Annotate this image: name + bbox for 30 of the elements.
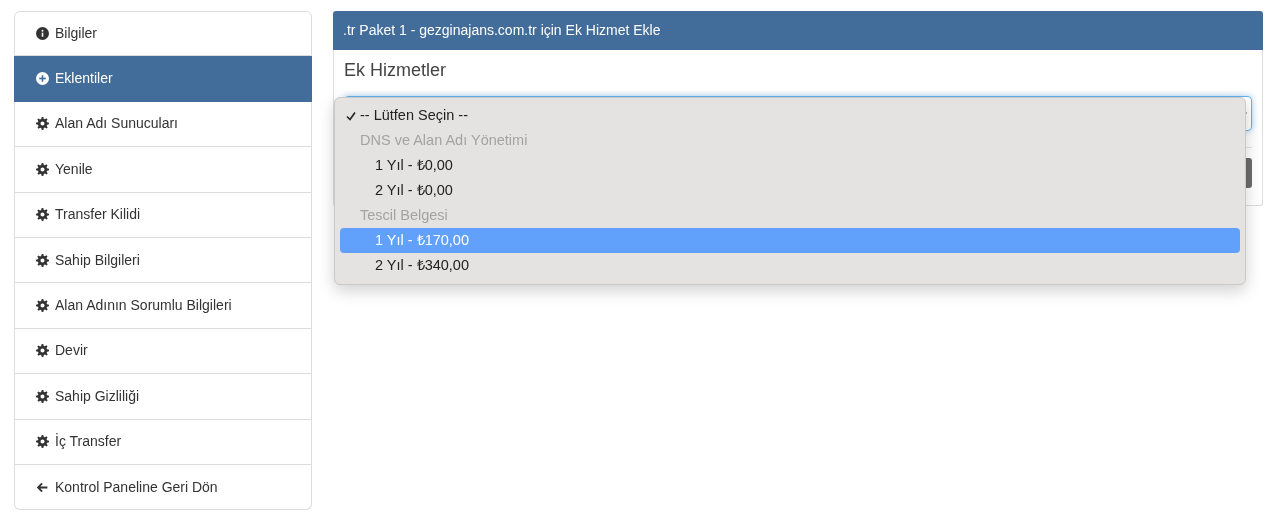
- sidebar-item[interactable]: Alan Adının Sorumlu Bilgileri: [14, 283, 312, 329]
- info-icon: [36, 27, 49, 41]
- sidebar-item[interactable]: Sahip Gizliliği: [14, 374, 312, 420]
- plus-circle-icon: [36, 72, 49, 86]
- gear-icon: [36, 253, 49, 267]
- gear-icon: [36, 299, 49, 313]
- sidebar-item[interactable]: Devir: [14, 328, 312, 375]
- dropdown-option[interactable]: 2 Yıl - ₺0,00: [340, 178, 1240, 203]
- section-heading: Ek Hizmetler: [344, 60, 447, 82]
- gear-icon: [36, 389, 49, 403]
- dropdown-option[interactable]: 1 Yıl - ₺0,00: [340, 153, 1240, 178]
- sidebar-item[interactable]: Eklentiler: [14, 56, 312, 102]
- sidebar-item[interactable]: Kontrol Paneline Geri Dön: [14, 464, 312, 511]
- sidebar-item[interactable]: Sahip Bilgileri: [14, 237, 312, 284]
- dropdown-option[interactable]: -- Lütfen Seçin --: [340, 103, 1240, 128]
- gear-icon: [36, 344, 49, 358]
- gear-icon: [36, 117, 49, 131]
- panel-title: .tr Paket 1 - gezginajans.com.tr için Ek Hizmet Ekle: [333, 11, 1263, 50]
- sidebar-item[interactable]: Transfer Kilidi: [14, 192, 312, 238]
- dropdown-option[interactable]: 2 Yıl - ₺340,00: [340, 253, 1240, 278]
- gear-icon: [36, 435, 49, 449]
- option-group-label: DNS ve Alan Adı Yönetimi: [359, 130, 529, 150]
- sidebar-item[interactable]: İç Transfer: [14, 419, 312, 465]
- option-group-label: Tescil Belgesi: [359, 205, 449, 225]
- gear-icon: [36, 208, 49, 222]
- sidebar-item[interactable]: Yenile: [14, 147, 312, 193]
- back-arrow-icon: [36, 480, 49, 494]
- gear-icon: [36, 162, 49, 176]
- sidebar-item[interactable]: Bilgiler: [14, 11, 312, 57]
- sidebar-item[interactable]: Alan Adı Sunucuları: [14, 101, 312, 148]
